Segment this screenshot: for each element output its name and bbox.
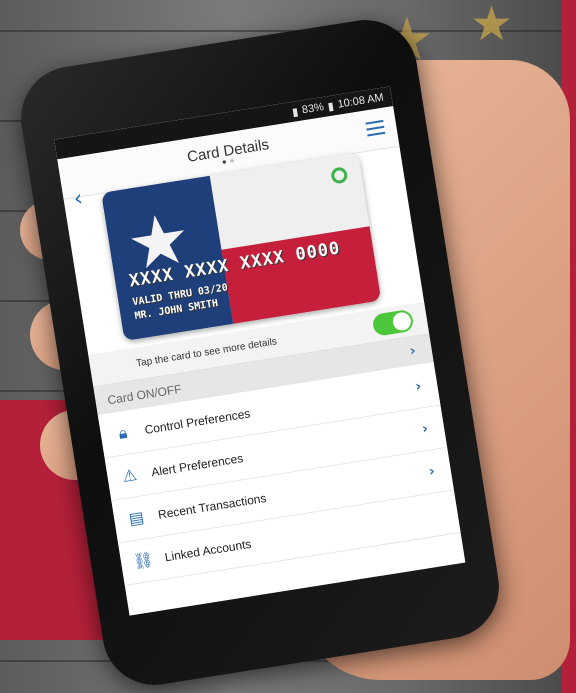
page-dot-inactive: ● [228, 155, 239, 166]
warning-icon: ⚠ [121, 464, 139, 486]
star-icon: ★ [470, 0, 514, 52]
list-item-label: Recent Transactions [157, 490, 268, 522]
list-item-label: Control Preferences [143, 406, 252, 437]
battery-level: 83% [301, 101, 325, 117]
battery-icon: ▮ [326, 99, 335, 113]
chevron-right-icon: › [427, 463, 436, 480]
signal-icon: ▮ [291, 105, 300, 119]
chevron-right-icon: › [414, 378, 423, 395]
list-item-label: Alert Preferences [150, 451, 245, 480]
phone-screen: ▮ 83% ▮ 10:08 AM Card Details ●● ‹ ★ XXX… [54, 86, 466, 616]
chevron-right-icon: › [408, 342, 417, 360]
card-toggle-switch[interactable] [371, 308, 415, 337]
receipt-icon: ▤ [127, 507, 146, 529]
lock-icon: 🔒︎ [117, 422, 129, 443]
link-icon: ⛓ [131, 549, 155, 572]
chevron-right-icon: › [421, 420, 430, 438]
list-item-label: Linked Accounts [163, 536, 253, 565]
toggle-knob [391, 311, 413, 332]
